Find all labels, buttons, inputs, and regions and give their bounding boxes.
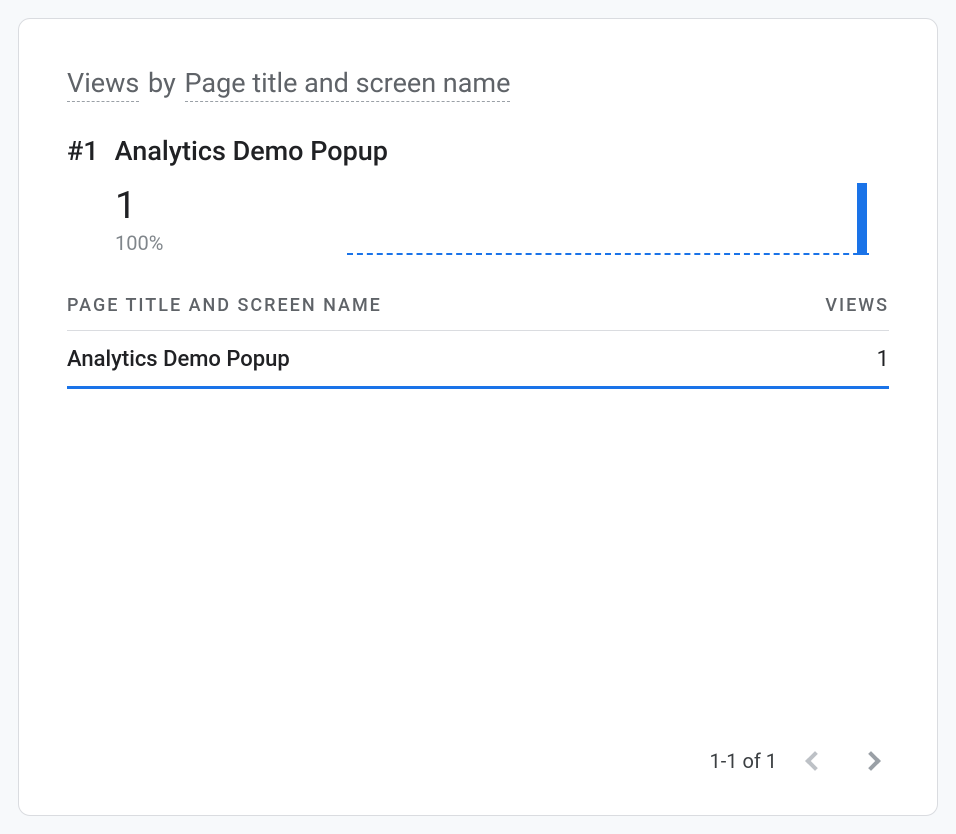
- sparkline-spike: [857, 183, 867, 255]
- stats-chart-row: 1 100%: [67, 175, 889, 255]
- card-title: Views by Page title and screen name: [67, 67, 889, 99]
- pagination-label: 1-1 of 1: [709, 749, 777, 773]
- table-header: PAGE TITLE AND SCREEN NAME VIEWS: [67, 295, 889, 331]
- sparkline-baseline: [347, 253, 869, 255]
- pagination: 1-1 of 1: [67, 743, 889, 779]
- next-page-button[interactable]: [853, 743, 889, 779]
- top-item-rank: #1: [67, 135, 99, 167]
- prev-page-button[interactable]: [797, 743, 833, 779]
- chevron-left-icon: [805, 751, 825, 771]
- stats-block: 1 100%: [67, 187, 347, 255]
- table-cell-name: Analytics Demo Popup: [67, 347, 290, 372]
- table-cell-value: 1: [877, 347, 889, 372]
- analytics-card: Views by Page title and screen name #1 A…: [18, 18, 938, 816]
- top-item-value: 1: [115, 187, 347, 225]
- table-header-metric: VIEWS: [825, 295, 889, 316]
- title-metric[interactable]: Views: [67, 67, 139, 102]
- table-header-dimension: PAGE TITLE AND SCREEN NAME: [67, 295, 382, 316]
- top-item: #1 Analytics Demo Popup: [67, 135, 889, 167]
- title-by: by: [148, 67, 176, 99]
- title-dimension[interactable]: Page title and screen name: [185, 67, 511, 102]
- spacer: [67, 389, 889, 743]
- sparkline-chart: [347, 175, 889, 255]
- top-item-percent: 100%: [115, 231, 347, 255]
- top-item-name: Analytics Demo Popup: [115, 135, 388, 167]
- table-row[interactable]: Analytics Demo Popup 1: [67, 331, 889, 389]
- chevron-right-icon: [861, 751, 881, 771]
